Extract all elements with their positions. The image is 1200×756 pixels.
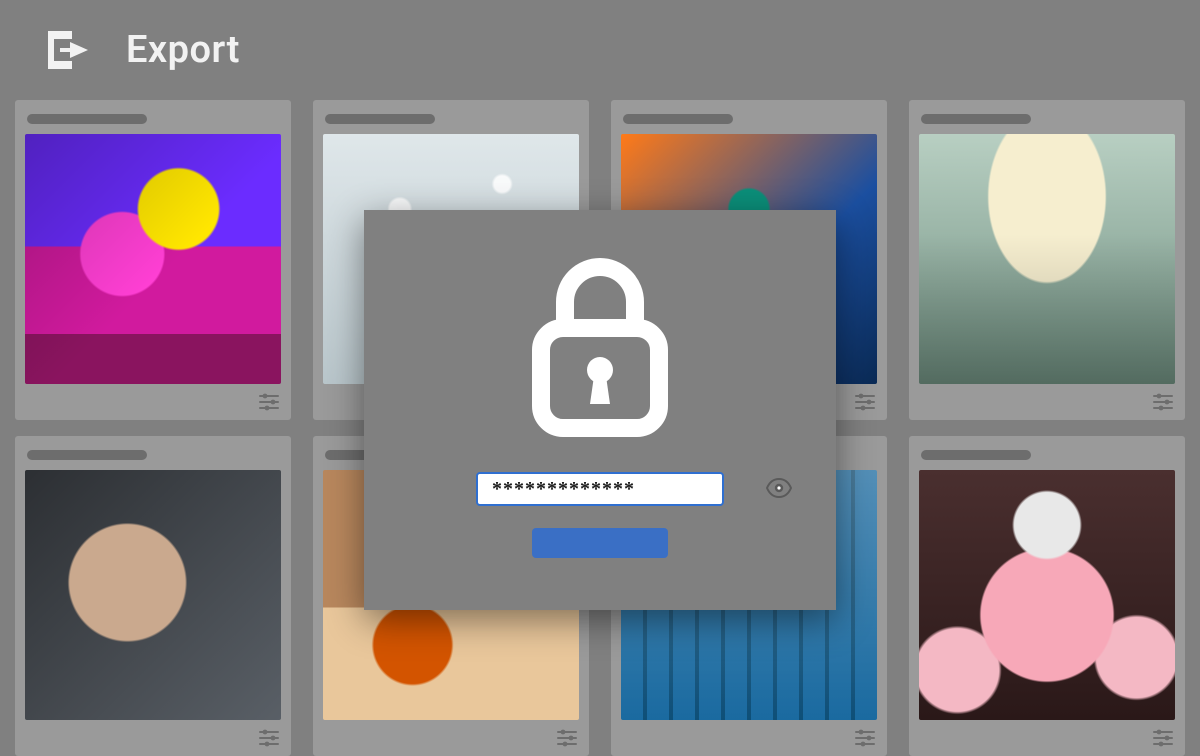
password-modal [364,210,836,610]
thumbnail-image[interactable] [25,134,281,384]
gallery-card[interactable] [15,100,291,420]
sliders-icon[interactable] [557,729,577,747]
sliders-icon[interactable] [259,393,279,411]
thumbnail-image[interactable] [25,470,281,720]
password-input[interactable] [492,478,758,501]
export-label[interactable]: Export [126,28,240,72]
reveal-password-button[interactable] [766,478,792,501]
sliders-icon[interactable] [855,729,875,747]
card-title-skeleton [921,450,1031,460]
eye-icon [766,478,792,501]
sliders-icon[interactable] [1153,393,1173,411]
card-title-skeleton [623,114,733,124]
password-field-wrapper [476,472,724,506]
card-title-skeleton [325,114,435,124]
gallery-card[interactable] [909,436,1185,756]
header-bar: Export [0,0,1200,100]
sliders-icon[interactable] [259,729,279,747]
gallery-card[interactable] [15,436,291,756]
lock-icon [515,244,685,444]
card-title-skeleton [921,114,1031,124]
thumbnail-image[interactable] [919,134,1175,384]
gallery-card[interactable] [909,100,1185,420]
sliders-icon[interactable] [855,393,875,411]
sliders-icon[interactable] [1153,729,1173,747]
thumbnail-image[interactable] [919,470,1175,720]
card-title-skeleton [27,450,147,460]
card-title-skeleton [27,114,147,124]
submit-button[interactable] [532,528,668,558]
export-icon[interactable] [40,25,98,75]
